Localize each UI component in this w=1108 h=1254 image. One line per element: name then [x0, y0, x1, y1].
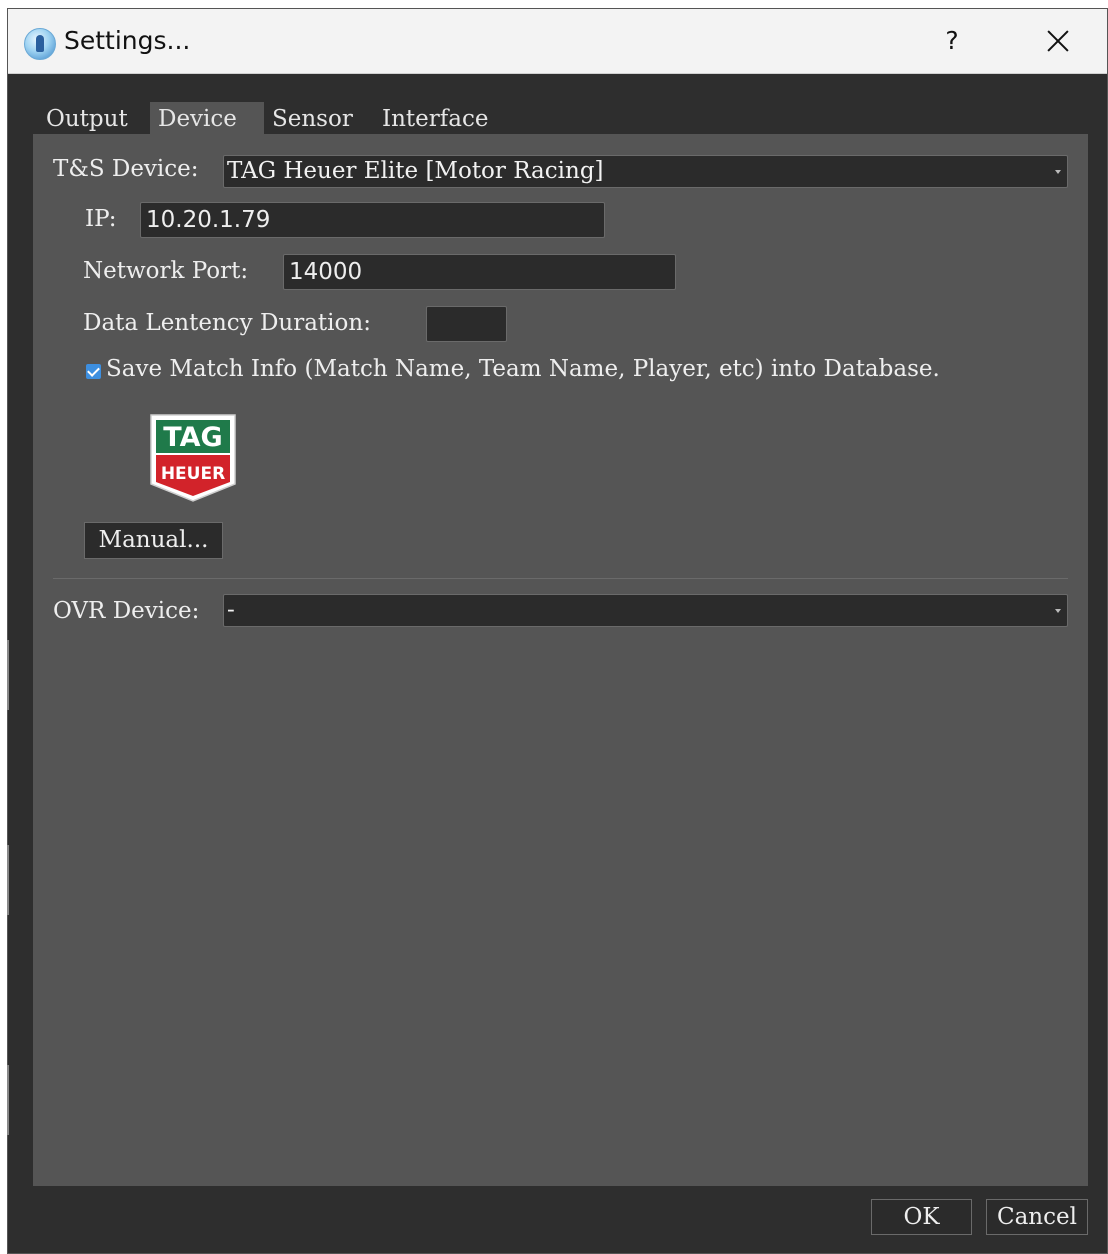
cancel-button[interactable]: Cancel	[986, 1199, 1088, 1235]
logo-bottom-text: HEUER	[161, 464, 225, 484]
app-icon	[24, 28, 56, 60]
ip-field[interactable]: 10.20.1.79	[140, 202, 605, 238]
ovr-device-label: OVR Device:	[53, 598, 200, 624]
logo-top-text: TAG	[163, 422, 222, 453]
device-panel: T&S Device: TAG Heuer Elite [Motor Racin…	[33, 134, 1088, 1186]
ovr-device-select[interactable]: -	[223, 594, 1068, 627]
ts-device-select[interactable]: TAG Heuer Elite [Motor Racing]	[223, 155, 1068, 188]
network-port-label: Network Port:	[83, 258, 249, 284]
window-title: Settings...	[64, 26, 191, 55]
ts-device-value: TAG Heuer Elite [Motor Racing]	[227, 158, 604, 184]
data-latency-label: Data Lentency Duration:	[83, 310, 371, 336]
chevron-down-icon	[1055, 170, 1061, 174]
chevron-down-icon	[1055, 609, 1061, 613]
tab-sensor[interactable]: Sensor	[264, 102, 374, 136]
section-divider	[53, 578, 1068, 579]
manual-button[interactable]: Manual...	[84, 522, 223, 559]
network-port-field[interactable]: 14000	[283, 254, 676, 290]
save-match-checkbox[interactable]	[86, 364, 101, 379]
title-bar[interactable]: Settings... ?	[8, 9, 1107, 74]
background-edge-mark	[7, 1065, 9, 1135]
data-latency-field[interactable]	[426, 306, 507, 342]
ts-device-label: T&S Device:	[53, 156, 199, 182]
ok-button[interactable]: OK	[871, 1199, 972, 1235]
help-button[interactable]: ?	[936, 23, 968, 59]
settings-dialog: Settings... ? Output Device Sensor Inter…	[7, 8, 1108, 1254]
tab-output[interactable]: Output	[38, 102, 146, 136]
background-edge-mark	[7, 640, 9, 710]
ip-label: IP:	[85, 206, 117, 232]
background-edge-mark	[7, 845, 9, 915]
tag-heuer-logo: TAG HEUER	[150, 414, 236, 502]
tab-interface[interactable]: Interface	[374, 102, 524, 136]
close-icon[interactable]	[1038, 23, 1078, 59]
ovr-device-value: -	[227, 597, 235, 623]
tab-device[interactable]: Device	[150, 102, 264, 136]
save-match-label: Save Match Info (Match Name, Team Name, …	[106, 356, 940, 382]
